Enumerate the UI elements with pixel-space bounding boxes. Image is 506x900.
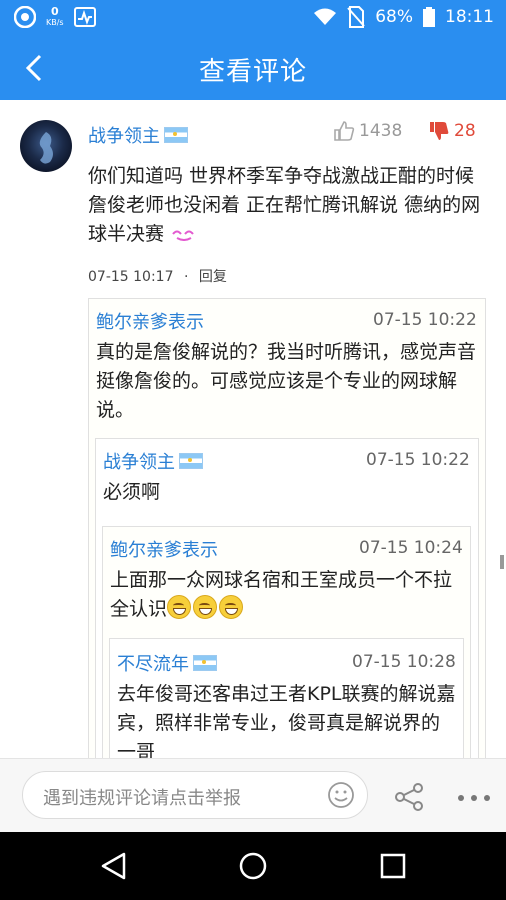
reply-link[interactable]: 回复 — [199, 269, 227, 285]
reply-text: 去年俊哥还客串过王者KPL联赛的解说嘉宾，照样非常专业，俊哥真是解说界的一哥 — [117, 683, 456, 758]
like-button[interactable]: 1438 — [333, 120, 402, 142]
report-placeholder: 遇到违规评论请点击举报 — [43, 788, 241, 809]
reply-text: 上面那一众网球名宿和王室成员一个不拉全认识 — [110, 566, 462, 624]
comment-meta: 07-15 10:17 · 回复 — [88, 266, 227, 286]
nav-home-icon[interactable] — [237, 850, 269, 882]
reply-user[interactable]: 鲍尔亲爹表示 — [96, 308, 204, 334]
page-title: 查看评论 — [198, 57, 307, 87]
reply-time: 07-15 10:22 — [366, 450, 470, 470]
scrollbar[interactable] — [500, 555, 504, 569]
more-options-icon[interactable] — [456, 793, 492, 803]
bottom-action-bar: 遇到违规评论请点击举报 — [0, 758, 506, 833]
laugh-emoji-icon — [167, 595, 192, 619]
nav-back-icon[interactable] — [98, 850, 130, 882]
reply-time: 07-15 10:28 — [352, 652, 456, 672]
thumbs-up-icon — [334, 121, 355, 141]
avatar[interactable] — [20, 120, 72, 172]
reply-username[interactable]: 战争领主 — [103, 448, 175, 474]
reply-username[interactable]: 鲍尔亲爹表示 — [110, 536, 218, 562]
reply-time: 07-15 10:22 — [373, 310, 477, 330]
reply-username[interactable]: 鲍尔亲爹表示 — [96, 308, 204, 334]
net-speed-unit: KB/s — [46, 18, 64, 27]
comment-time: 07-15 10:17 — [88, 269, 174, 285]
reply-time: 07-15 10:24 — [359, 538, 463, 558]
comment-author[interactable]: 战争领主 — [88, 122, 188, 148]
comment-detail: 战争领主 1438 28 你们知道吗 世界杯季军争夺战激战正酣的时候 詹俊老师也… — [0, 100, 506, 758]
clock: 18:11 — [445, 7, 494, 27]
reply-text-content: 上面那一众网球名宿和王室成员一个不拉全认识 — [110, 569, 453, 620]
comment-author-name[interactable]: 战争领主 — [88, 122, 160, 148]
nav-recents-icon[interactable] — [377, 850, 409, 882]
reply-user[interactable]: 不尽流年 — [117, 650, 217, 676]
battery-icon — [423, 7, 435, 27]
like-count: 1438 — [359, 121, 403, 141]
meta-separator: · — [183, 269, 189, 285]
wifi-icon — [314, 8, 337, 25]
reply-user[interactable]: 鲍尔亲爹表示 — [110, 536, 218, 562]
thumbs-down-icon — [430, 122, 449, 140]
emoji-icon[interactable] — [327, 781, 355, 809]
reply-username[interactable]: 不尽流年 — [117, 650, 189, 676]
report-input[interactable]: 遇到违规评论请点击举报 — [22, 771, 368, 819]
system-nav-bar — [0, 832, 506, 900]
network-speed: 0 KB/s — [46, 6, 64, 28]
app-header: 查看评论 — [0, 36, 506, 100]
reply-text: 必须啊 — [103, 481, 161, 503]
chrome-icon — [14, 6, 36, 28]
comment-text: 你们知道吗 世界杯季军争夺战激战正酣的时候 詹俊老师也没闲着 正在帮忙腾讯解说 … — [88, 165, 481, 245]
argentina-flag-icon — [164, 127, 188, 143]
activity-icon — [73, 7, 96, 27]
reply-text: 真的是詹俊解说的？我当时听腾讯，感觉声音挺像詹俊的。可感觉应该是个专业的网球解说… — [96, 341, 477, 421]
comment-body: 你们知道吗 世界杯季军争夺战激战正酣的时候 詹俊老师也没闲着 正在帮忙腾讯解说 … — [88, 162, 488, 249]
avatar-figure-icon — [39, 132, 53, 164]
smirk-emoji-icon — [172, 230, 194, 241]
argentina-flag-icon — [193, 655, 217, 671]
no-sim-icon — [347, 6, 365, 28]
dislike-count: 28 — [454, 121, 476, 141]
battery-percent: 68% — [375, 7, 413, 27]
share-icon[interactable] — [394, 783, 426, 811]
argentina-flag-icon — [179, 453, 203, 469]
laugh-emoji-icon — [219, 595, 244, 619]
laugh-emoji-icon — [193, 595, 218, 619]
dislike-button[interactable]: 28 — [428, 120, 476, 142]
status-bar: 0 KB/s 68% 18:11 — [0, 0, 506, 36]
reply-user[interactable]: 战争领主 — [103, 448, 203, 474]
